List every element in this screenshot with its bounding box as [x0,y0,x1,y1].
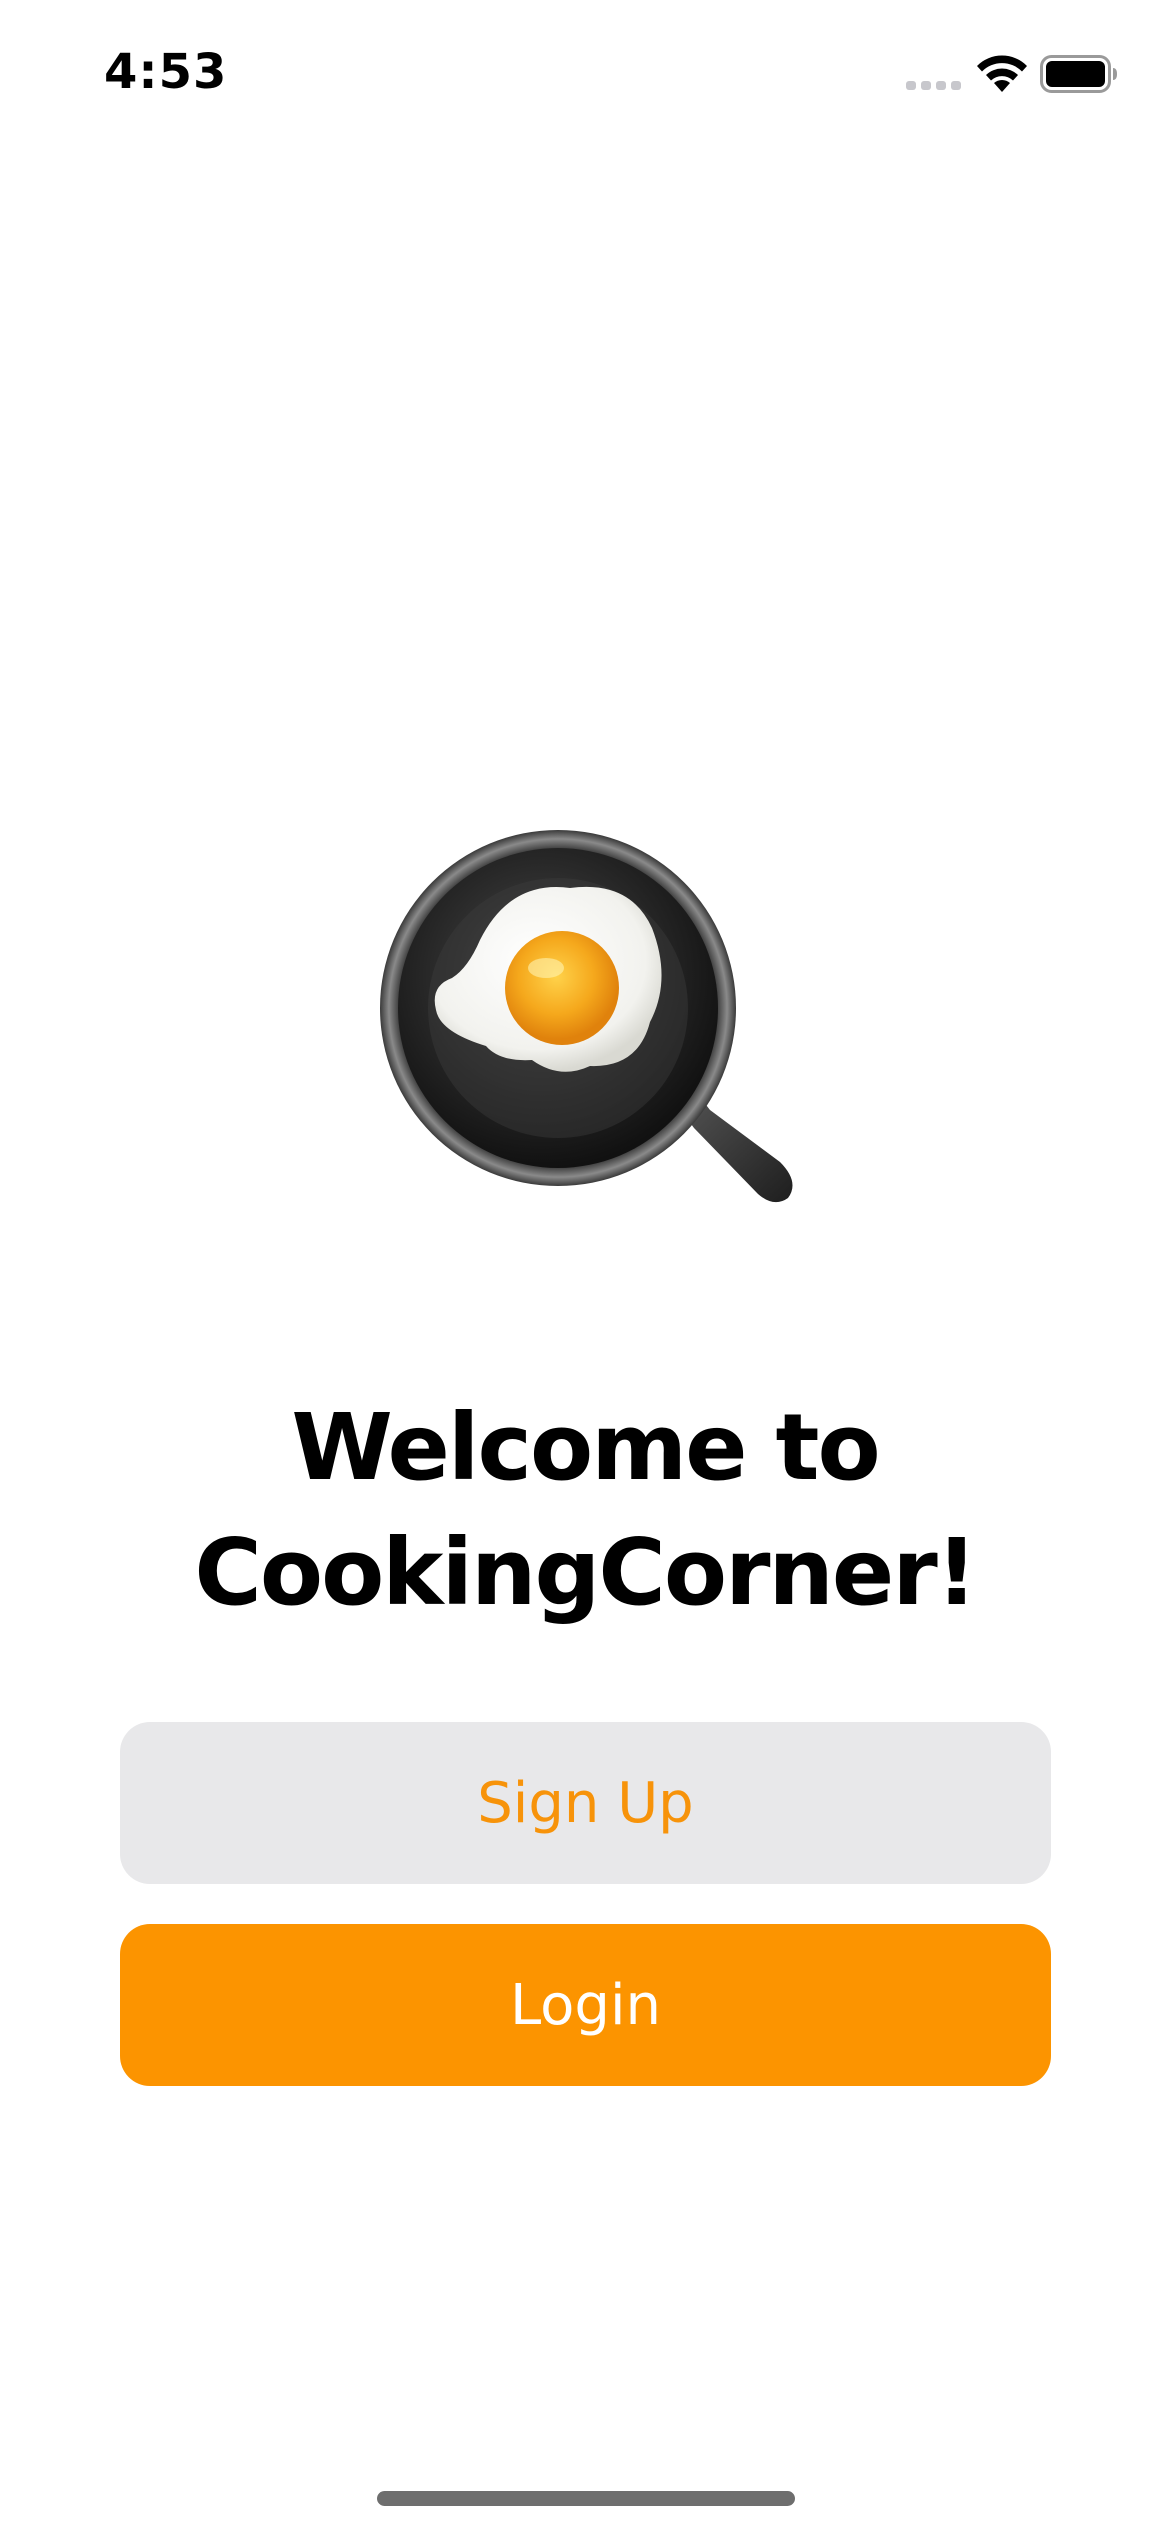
welcome-title-line1: Welcome to [291,1394,880,1501]
welcome-title-line2: CookingCorner! [194,1519,977,1626]
home-indicator[interactable] [377,2491,795,2506]
login-button-label: Login [509,1972,662,2038]
wifi-icon [977,55,1027,92]
sign-up-button[interactable]: Sign Up [120,1722,1051,1884]
battery-icon [1040,55,1117,93]
status-time: 4:53 [104,44,228,100]
status-bar: 4:53 [0,0,1170,150]
login-button[interactable]: Login [120,1924,1051,2086]
sign-up-button-label: Sign Up [477,1770,694,1836]
signal-icon [906,81,961,90]
welcome-title: Welcome to CookingCorner! [0,1385,1170,1635]
frying-pan-egg-icon [380,830,793,1203]
